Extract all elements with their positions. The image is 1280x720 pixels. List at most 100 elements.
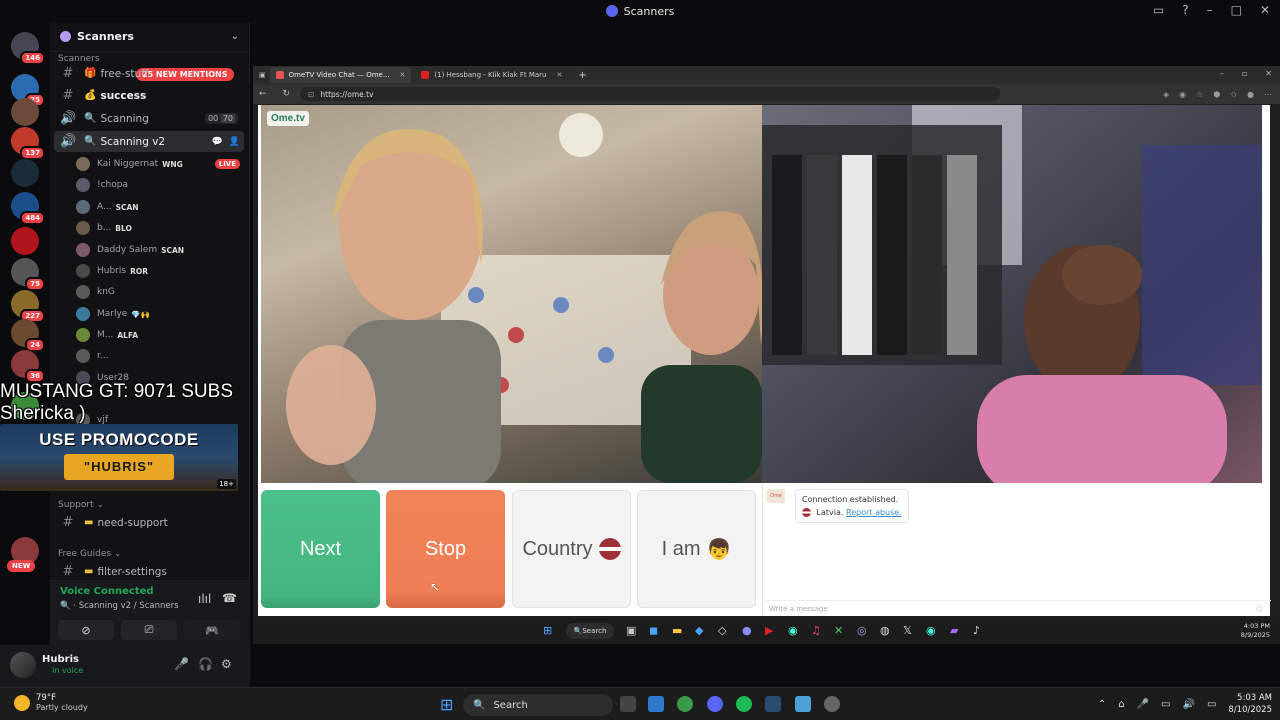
site-info-icon[interactable]: ⊡ xyxy=(308,90,314,99)
profile-icon[interactable]: ● xyxy=(1247,90,1254,99)
discord-icon[interactable]: ● xyxy=(742,624,752,637)
app-icon[interactable]: ◇ xyxy=(718,624,726,637)
voice-member[interactable]: b... BLO xyxy=(76,218,244,238)
settings-gear-icon[interactable]: ⚙ xyxy=(221,657,232,671)
display-icon[interactable]: ▭ xyxy=(1161,699,1170,710)
channel-success[interactable]: # 💰 success xyxy=(54,85,244,106)
server-icon-server-8[interactable]: 75 xyxy=(11,258,45,291)
tab-actions-icon[interactable]: ▣ xyxy=(259,71,266,79)
taskbar-search-box[interactable]: 🔍 Search xyxy=(463,694,613,716)
avatar[interactable] xyxy=(10,652,36,678)
tab-youtube[interactable]: (1) Hessbang - Klik Klak Ft Maru ✕ xyxy=(415,67,568,83)
screen-share-button[interactable]: ⎚ xyxy=(121,620,177,640)
extension-icon[interactable]: ☆ xyxy=(1196,90,1203,99)
voice-status[interactable]: Voice Connected xyxy=(60,586,154,597)
app-icon[interactable] xyxy=(824,696,840,712)
category-free-guides[interactable]: Free Guides ⌄ xyxy=(50,547,121,561)
tab-ometv[interactable]: OmeTV Video Chat — Ome... ✕ xyxy=(269,67,412,83)
extension-icon[interactable]: ⬢ xyxy=(1213,90,1220,99)
app-icon[interactable]: ◆ xyxy=(695,624,703,637)
voice-member[interactable]: knG xyxy=(76,282,244,302)
inner-search-box[interactable]: 🔍 Search xyxy=(566,623,614,639)
chat-input[interactable]: Write a message ☺ xyxy=(763,600,1271,616)
extension-icon[interactable]: ◉ xyxy=(1179,90,1186,99)
server-icon-server-9[interactable]: 227 xyxy=(11,290,45,323)
xbox-icon[interactable]: ✕ xyxy=(834,624,843,637)
microphone-icon[interactable]: 🎤 xyxy=(174,657,189,671)
voice-member[interactable]: !chopa xyxy=(76,175,244,195)
country-button[interactable]: Country xyxy=(512,490,631,608)
extension-icon[interactable]: ◈ xyxy=(1163,90,1169,99)
clock[interactable]: 5:03 AM 8/10/2025 xyxy=(1228,692,1272,716)
chevron-down-icon[interactable]: ⌄ xyxy=(231,31,239,42)
close-tab-icon[interactable]: ✕ xyxy=(557,71,563,79)
camera-off-button[interactable]: ⊘ xyxy=(58,620,114,640)
server-icon-stake[interactable] xyxy=(11,159,39,187)
store-icon[interactable]: ◼ xyxy=(649,624,658,637)
chrome-icon[interactable] xyxy=(677,696,693,712)
emoji-icon[interactable]: ☺ xyxy=(1256,601,1263,617)
microphone-icon[interactable]: 🎤 xyxy=(1137,699,1149,710)
browser-maximize-button[interactable]: ▫ xyxy=(1242,69,1247,78)
close-tab-icon[interactable]: ✕ xyxy=(400,71,406,79)
next-button[interactable]: Next xyxy=(261,490,380,608)
voice-member[interactable]: A... SCAN xyxy=(76,197,244,217)
windows-start-icon[interactable]: ⊞ xyxy=(440,695,453,714)
category-support[interactable]: Support ⌄ xyxy=(50,498,104,512)
new-tab-button[interactable]: + xyxy=(578,70,586,81)
battery-icon[interactable]: ▭ xyxy=(1207,699,1216,710)
windows-start-icon[interactable]: ⊞ xyxy=(543,624,552,637)
server-icon-server-4[interactable]: 137 xyxy=(11,127,45,160)
stop-button[interactable]: Stop xyxy=(386,490,505,608)
music-icon[interactable]: ♫ xyxy=(811,624,821,637)
activity-button[interactable]: 🎮 xyxy=(184,620,240,640)
back-icon[interactable]: ← xyxy=(259,89,267,99)
channel-need-support[interactable]: # ▬ need-support xyxy=(54,512,244,533)
channel-free-stuff[interactable]: # 🎁 free-stuff xyxy=(54,63,244,84)
edge-icon[interactable]: ◉ xyxy=(788,624,798,637)
menu-icon[interactable]: ⋯ xyxy=(1264,90,1272,99)
tiktok-icon[interactable]: ♪ xyxy=(973,624,980,637)
voice-member[interactable]: r... xyxy=(76,346,244,366)
inbox-icon[interactable]: ▭ xyxy=(1153,3,1164,17)
weather-widget[interactable]: 79°F Partly cloudy xyxy=(14,693,88,712)
channel-filter-settings[interactable]: # ▬ filter-settings xyxy=(54,561,244,582)
browser-close-button[interactable]: ✕ xyxy=(1265,69,1272,78)
youtube-icon[interactable]: ▶ xyxy=(765,624,773,637)
help-icon[interactable]: ? xyxy=(1182,3,1188,17)
network-icon[interactable]: ⌂ xyxy=(1118,699,1124,710)
maximize-button[interactable]: □ xyxy=(1231,3,1242,17)
app-icon[interactable]: ▰ xyxy=(950,624,958,637)
inner-clock[interactable]: 4:03 PM 8/9/2025 xyxy=(1241,622,1270,640)
voice-member[interactable]: Marlye 💎🙌 xyxy=(76,304,244,324)
task-view-icon[interactable]: ▣ xyxy=(626,624,636,637)
voice-member[interactable]: Kai Niggernat WNG LIVE xyxy=(76,154,244,174)
spotify-icon[interactable] xyxy=(736,696,752,712)
voice-member[interactable]: Hubris ROR xyxy=(76,261,244,281)
app-icon[interactable]: ◍ xyxy=(880,624,890,637)
disconnect-icon[interactable]: ☎ xyxy=(222,591,237,605)
close-button[interactable]: ✕ xyxy=(1260,3,1270,17)
refresh-icon[interactable]: ↻ xyxy=(283,89,291,99)
report-abuse-link[interactable]: Report abuse. xyxy=(846,508,902,517)
volume-icon[interactable]: 🔊 xyxy=(1183,699,1195,710)
user-name[interactable]: Hubris xyxy=(42,654,79,665)
chat-bubble-icon[interactable]: 💬 xyxy=(212,137,223,147)
soundboard-icon[interactable]: ılıl xyxy=(198,592,211,606)
voice-member[interactable]: Daddy Salem SCAN xyxy=(76,240,244,260)
browser-minimize-button[interactable]: – xyxy=(1220,69,1224,78)
browser-icon[interactable]: ◉ xyxy=(926,624,936,637)
minimize-button[interactable]: – xyxy=(1207,3,1213,17)
server-icon-server-6[interactable]: 484 xyxy=(11,192,45,225)
x-icon[interactable]: 𝕏 xyxy=(903,624,912,637)
store-icon[interactable] xyxy=(648,696,664,712)
file-explorer-icon[interactable]: ▬ xyxy=(672,624,682,637)
server-icon-server-3[interactable] xyxy=(11,98,39,126)
server-icon-server-11[interactable]: 36 xyxy=(11,350,45,383)
server-header[interactable]: Scanners ⌄ xyxy=(50,22,249,52)
gender-button[interactable]: I am 👦 xyxy=(637,490,756,608)
add-user-icon[interactable]: 👤 xyxy=(229,137,240,147)
task-view-icon[interactable] xyxy=(620,696,636,712)
voice-member[interactable]: M... ALFA xyxy=(76,325,244,345)
url-input[interactable]: ⊡ https://ome.tv xyxy=(300,87,1001,101)
